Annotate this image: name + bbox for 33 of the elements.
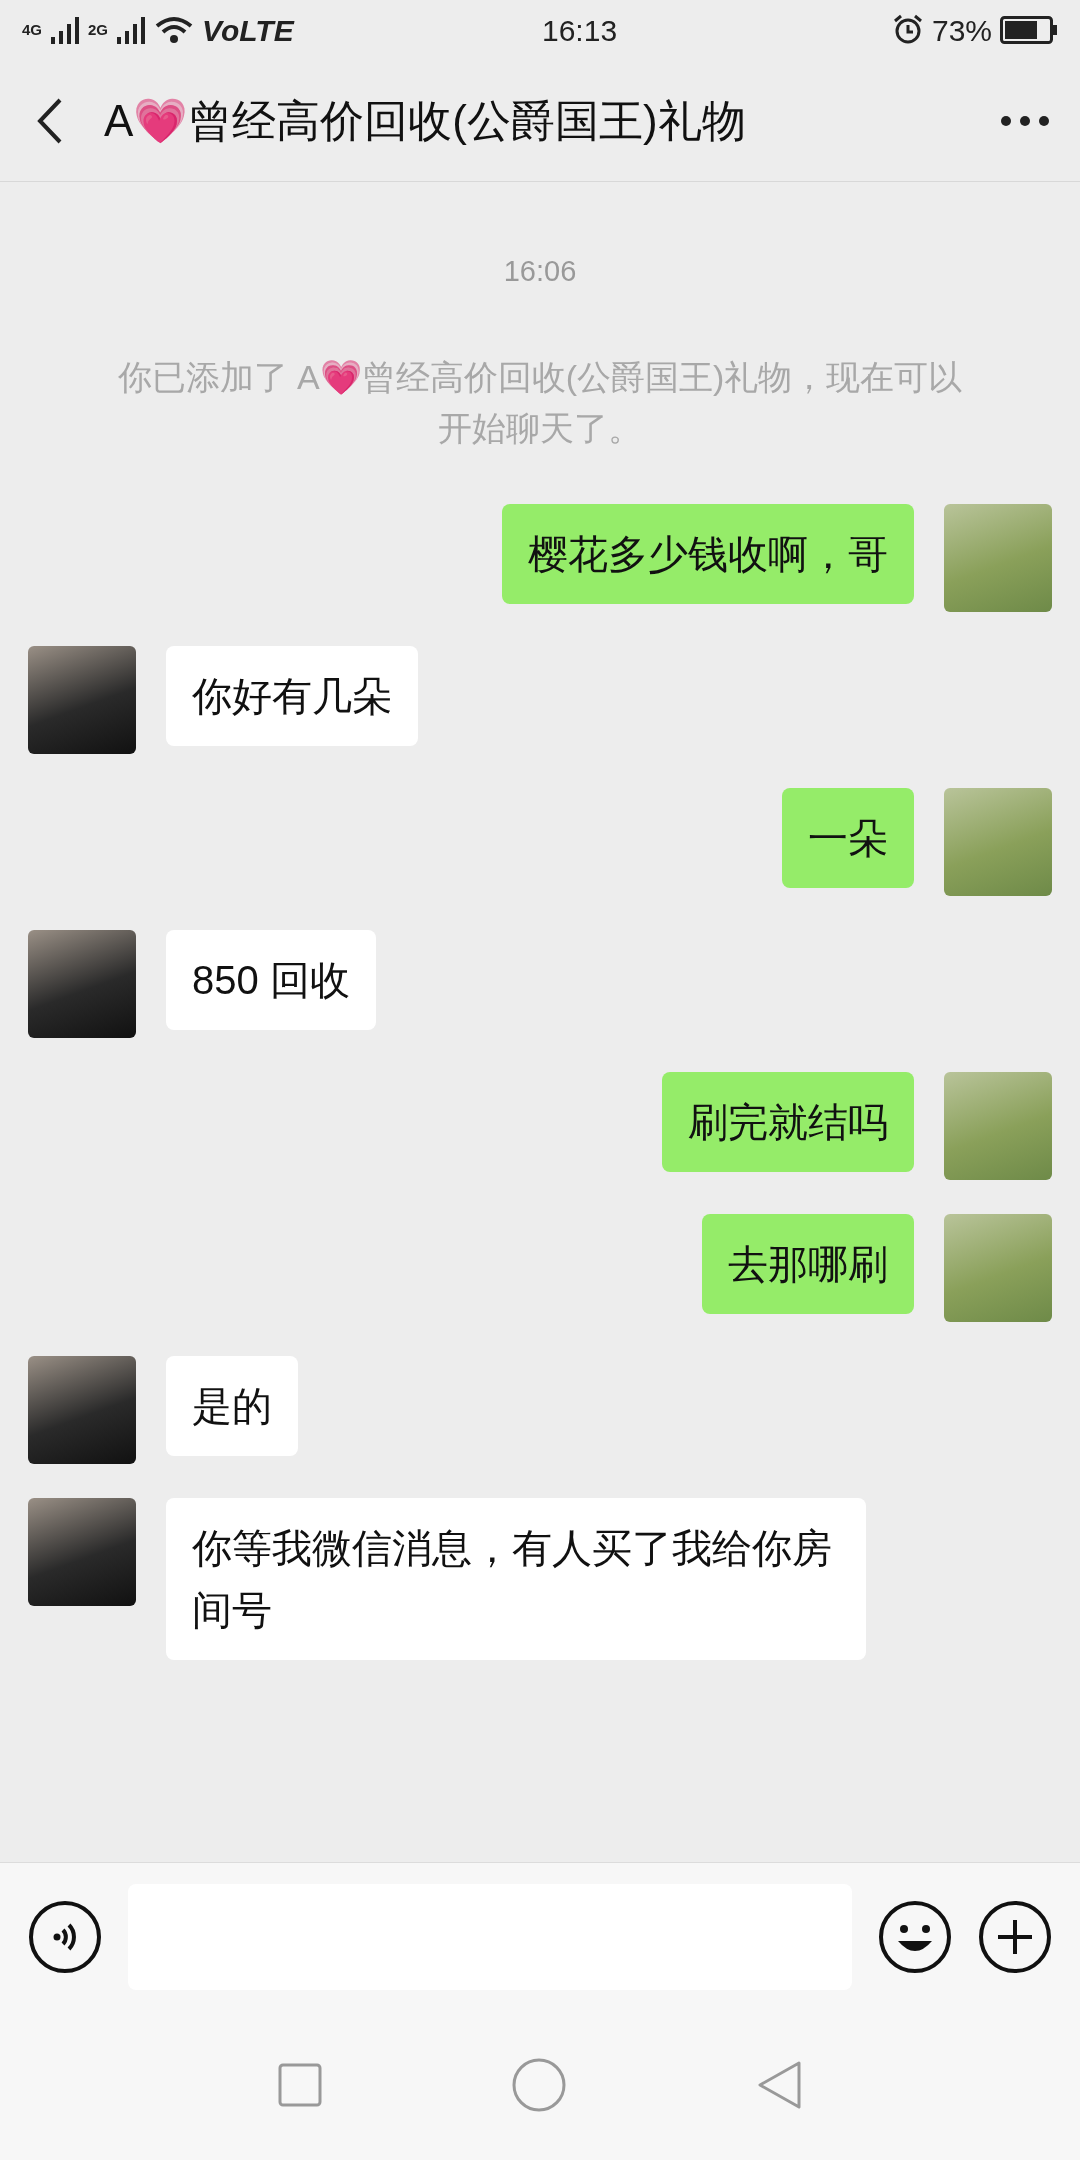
- network-label: 4G: [22, 19, 42, 40]
- signal-icon: [116, 15, 147, 45]
- chat-title: A💗曾经高价回收(公爵国王)礼物: [104, 94, 747, 147]
- timestamp: 16:06: [502, 254, 578, 289]
- received-message: 850 回收: [166, 929, 376, 1030]
- sent-message: 去那哪刷: [702, 1213, 914, 1314]
- avatar-photo-placeholder[interactable]: [28, 645, 136, 754]
- home-icon[interactable]: [512, 2058, 566, 2112]
- battery-percent: 73%: [931, 12, 992, 49]
- signal-icon: [50, 15, 80, 45]
- network-label: 2G: [88, 19, 109, 40]
- wifi-icon: [154, 15, 195, 45]
- voice-icon[interactable]: [28, 1899, 102, 1974]
- sent-message: 一朵: [782, 787, 914, 888]
- avatar-photo-placeholder[interactable]: [28, 929, 136, 1038]
- received-message: 是的: [166, 1355, 298, 1456]
- status-time: 16:13: [542, 13, 618, 47]
- battery-icon: [1000, 16, 1058, 44]
- received-message: 你好有几朵: [166, 645, 418, 746]
- sent-message: 樱花多少钱收啊，哥: [502, 503, 914, 604]
- back-icon[interactable]: [36, 96, 64, 145]
- avatar-photo-placeholder[interactable]: [28, 1355, 136, 1464]
- received-message: 你等我微信消息，有人买了我给你房间号: [166, 1497, 866, 1660]
- emoji-icon[interactable]: [878, 1899, 952, 1974]
- sent-message: 刷完就结吗: [662, 1071, 914, 1172]
- recent-apps-icon[interactable]: [278, 2063, 322, 2107]
- avatar-photo-placeholder[interactable]: [28, 1497, 136, 1606]
- plus-icon[interactable]: [978, 1899, 1052, 1974]
- alarm-icon: [891, 14, 924, 46]
- back-nav-icon[interactable]: [756, 2060, 802, 2110]
- more-icon[interactable]: [1000, 114, 1050, 127]
- system-message: 你已添加了 A💗曾经高价回收(公爵国王)礼物，现在可以开始聊天了。: [116, 356, 964, 449]
- volte-label: VoLTE: [202, 12, 294, 49]
